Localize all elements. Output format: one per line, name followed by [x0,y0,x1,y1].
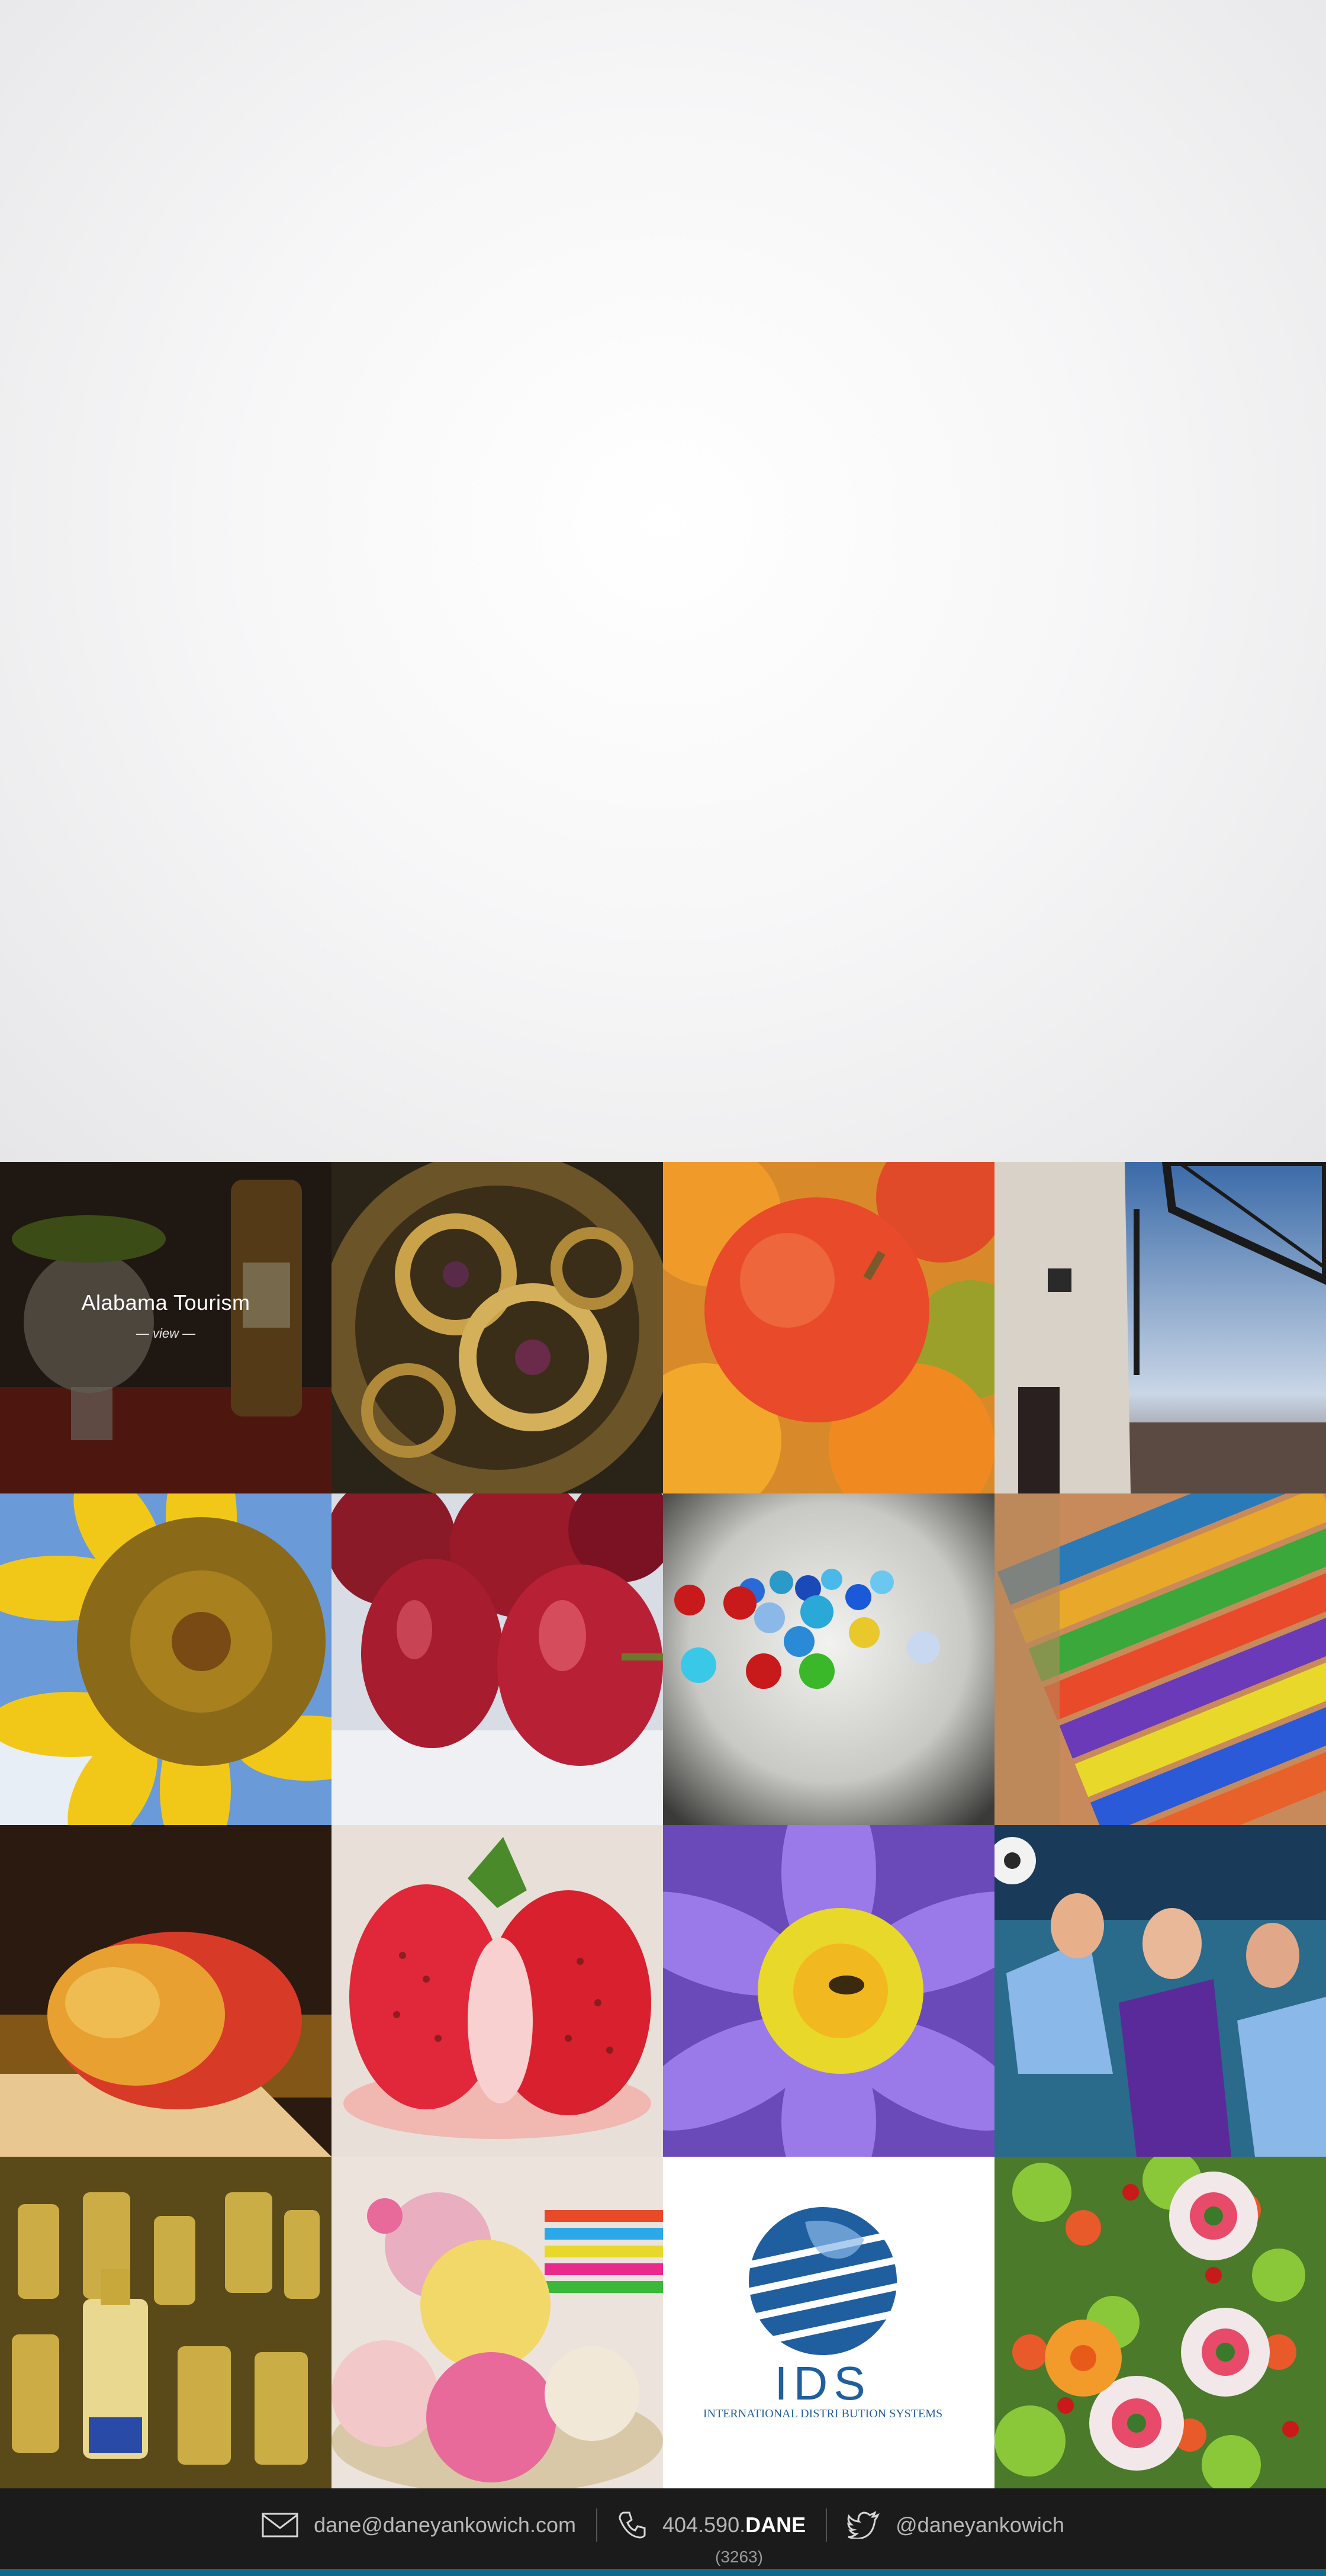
ids-tagline: INTERNATIONAL DISTRI BUTION SYSTEMS [703,2407,942,2420]
portfolio-tile-lotus[interactable] [663,1825,994,2157]
footer: dane@daneyankowich.com 404.590.DANE @dan… [0,2488,1326,2576]
phone-number: 404.590. [662,2513,746,2537]
portfolio-tile-yarn[interactable] [332,2157,663,2488]
tile-hover-overlay: Alabama Tourism — view — [0,1162,332,1493]
footer-accent-bar [0,2569,1326,2576]
contact-bar: dane@daneyankowich.com 404.590.DANE @dan… [0,2507,1326,2543]
portfolio-tile-sunflower[interactable] [0,1493,332,1825]
envelope-icon [262,2513,298,2538]
sunflower-image [0,1493,332,1825]
soccer-players-image [994,1825,1326,2157]
portfolio-tile-strawberry[interactable] [332,1825,663,2157]
phone-icon [617,2510,647,2540]
fruit-image [663,1162,994,1493]
portfolio-tile-pencils[interactable] [994,1493,1326,1825]
email-link[interactable]: dane@daneyankowich.com [242,2513,596,2538]
page: Alabama Tourism — view — IDS INTERNATION… [0,0,1326,2576]
portfolio-tile-mango[interactable] [0,1825,332,2157]
marbles-image [663,1493,994,1825]
twitter-handle: @daneyankowich [896,2513,1064,2537]
perfume-bottles-image [0,2157,332,2488]
portfolio-tile-marbles[interactable] [663,1493,994,1825]
ids-logo: IDS INTERNATIONAL DISTRI BUTION SYSTEMS [663,2157,994,2488]
portfolio-tile-watch[interactable] [332,1162,663,1493]
portfolio-tile-perfume[interactable] [0,2157,332,2488]
mango-image [0,1825,332,2157]
windmill-image [994,1162,1326,1493]
lotus-flower-image [663,1825,994,2157]
twitter-link[interactable]: @daneyankowich [827,2511,1084,2539]
colored-pencils-image [994,1493,1326,1825]
phone-link[interactable]: 404.590.DANE [597,2510,826,2540]
tile-title: Alabama Tourism [81,1290,250,1315]
portfolio-tile-fruit[interactable] [663,1162,994,1493]
portfolio-tile-ids[interactable]: IDS INTERNATIONAL DISTRI BUTION SYSTEMS [663,2157,994,2488]
portfolio-tile-flowers[interactable] [994,2157,1326,2488]
phone-digits: (3263) [715,2548,763,2566]
watch-gears-image [332,1162,663,1493]
portfolio-tile-soccer[interactable] [994,1825,1326,2157]
yarn-balls-image [332,2157,663,2488]
cherries-image [332,1493,663,1825]
ids-letters: IDS [774,2357,871,2410]
phone-word: DANE [745,2513,806,2537]
portfolio-tile-cherries[interactable] [332,1493,663,1825]
email-text: dane@daneyankowich.com [314,2513,576,2537]
hero-banner [0,0,1326,1162]
tile-view-link[interactable]: — view — [136,1326,195,1341]
portfolio-tile-alabama-tourism[interactable]: Alabama Tourism — view — [0,1162,332,1493]
portfolio-tile-windmill[interactable] [994,1162,1326,1493]
phone-text: 404.590.DANE [662,2513,806,2538]
flower-bouquet-image [994,2157,1326,2488]
portfolio-grid: Alabama Tourism — view — IDS INTERNATION… [0,1162,1326,2488]
twitter-bird-icon [847,2511,880,2539]
strawberry-image [332,1825,663,2157]
